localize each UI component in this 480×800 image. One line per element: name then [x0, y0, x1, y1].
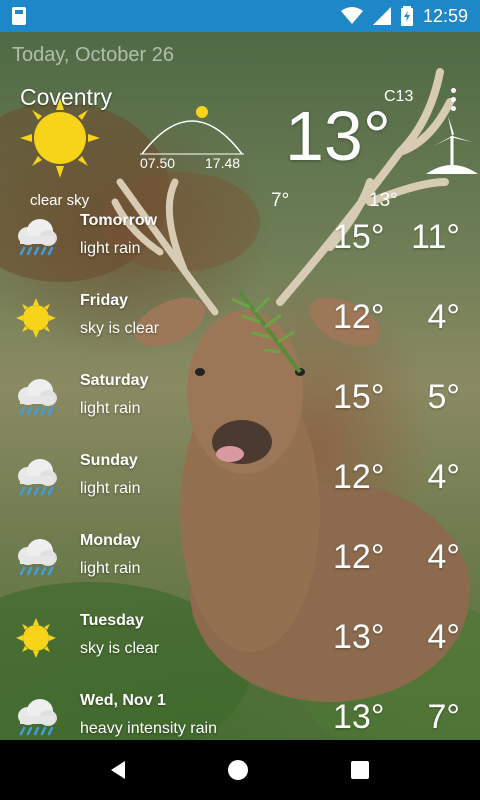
forecast-description: light rain	[80, 240, 141, 257]
rain-cloud-icon	[14, 536, 58, 580]
forecast-high-temp: 15°	[333, 378, 385, 416]
clear-sky-sun-icon	[20, 98, 100, 178]
sun-path-icon	[140, 106, 244, 155]
forecast-day: Saturday	[80, 372, 149, 389]
forecast-low-temp: 4°	[427, 298, 460, 336]
forecast-description: light rain	[80, 560, 141, 577]
forecast-row[interactable]: Tomorrow light rain 15° 11°	[0, 212, 480, 292]
sd-card-icon	[12, 7, 26, 25]
forecast-day: Tomorrow	[80, 212, 158, 229]
forecast-row[interactable]: Saturday light rain 15° 5°	[0, 372, 480, 452]
unit-badge: C13	[384, 88, 414, 105]
forecast-high-temp: 12°	[333, 538, 385, 576]
forecast-low-temp: 11°	[411, 218, 460, 256]
forecast-high-temp: 12°	[333, 458, 385, 496]
forecast-day: Wed, Nov 1	[80, 692, 166, 709]
forecast-row[interactable]: Monday light rain 12° 4°	[0, 532, 480, 612]
forecast-row[interactable]: Sunday light rain 12° 4°	[0, 452, 480, 532]
current-temperature: 13°	[285, 97, 391, 175]
navigation-bar	[0, 740, 480, 800]
rain-cloud-icon	[14, 376, 58, 420]
forecast-row[interactable]: Tuesday sky is clear 13° 4°	[0, 612, 480, 692]
sunset-time: 17.48	[205, 155, 241, 171]
forecast-row[interactable]: Friday sky is clear 12° 4°	[0, 292, 480, 372]
today-low-temp: 7°	[271, 190, 290, 211]
forecast-high-temp: 12°	[333, 298, 385, 336]
forecast-day: Monday	[80, 532, 141, 549]
rain-cloud-icon	[14, 696, 58, 740]
forecast-low-temp: 4°	[427, 458, 460, 496]
sunrise-time: 07.50	[140, 155, 176, 171]
forecast-low-temp: 4°	[427, 618, 460, 656]
sun-icon	[14, 296, 58, 340]
wind-turbine-icon	[426, 116, 478, 174]
forecast-description: sky is clear	[80, 640, 160, 657]
forecast-low-temp: 7°	[427, 698, 460, 736]
rain-cloud-icon	[14, 216, 58, 260]
forecast-day: Tuesday	[80, 612, 144, 629]
sun-icon	[14, 616, 58, 660]
forecast-low-temp: 5°	[427, 378, 460, 416]
forecast-description: light rain	[80, 480, 141, 497]
signal-icon	[372, 7, 391, 25]
forecast-description: sky is clear	[80, 320, 160, 337]
forecast-row[interactable]: Wed, Nov 1 heavy intensity rain 13° 7°	[0, 692, 480, 740]
today-high-temp: 13°	[369, 190, 398, 211]
forecast-day: Sunday	[80, 452, 138, 469]
forecast-high-temp: 15°	[333, 218, 385, 256]
forecast-low-temp: 4°	[427, 538, 460, 576]
recents-button[interactable]	[350, 761, 369, 779]
back-button[interactable]	[111, 761, 126, 779]
battery-icon	[400, 6, 413, 26]
current-condition: clear sky	[30, 192, 90, 209]
forecast-high-temp: 13°	[333, 618, 385, 656]
home-button[interactable]	[227, 760, 248, 780]
status-time: 12:59	[422, 5, 468, 26]
forecast-high-temp: 13°	[333, 698, 385, 736]
background-photo: Today, October 26 Coventry 07.50 17.48 1…	[0, 32, 480, 740]
date-label: Today, October 26	[12, 44, 174, 66]
wifi-icon	[340, 7, 363, 24]
forecast-day: Friday	[80, 292, 129, 309]
forecast-description: heavy intensity rain	[80, 720, 217, 737]
overflow-menu-icon[interactable]	[448, 88, 458, 114]
forecast-description: light rain	[80, 400, 141, 417]
rain-cloud-icon	[14, 456, 58, 500]
status-bar: 12:59	[0, 0, 480, 32]
